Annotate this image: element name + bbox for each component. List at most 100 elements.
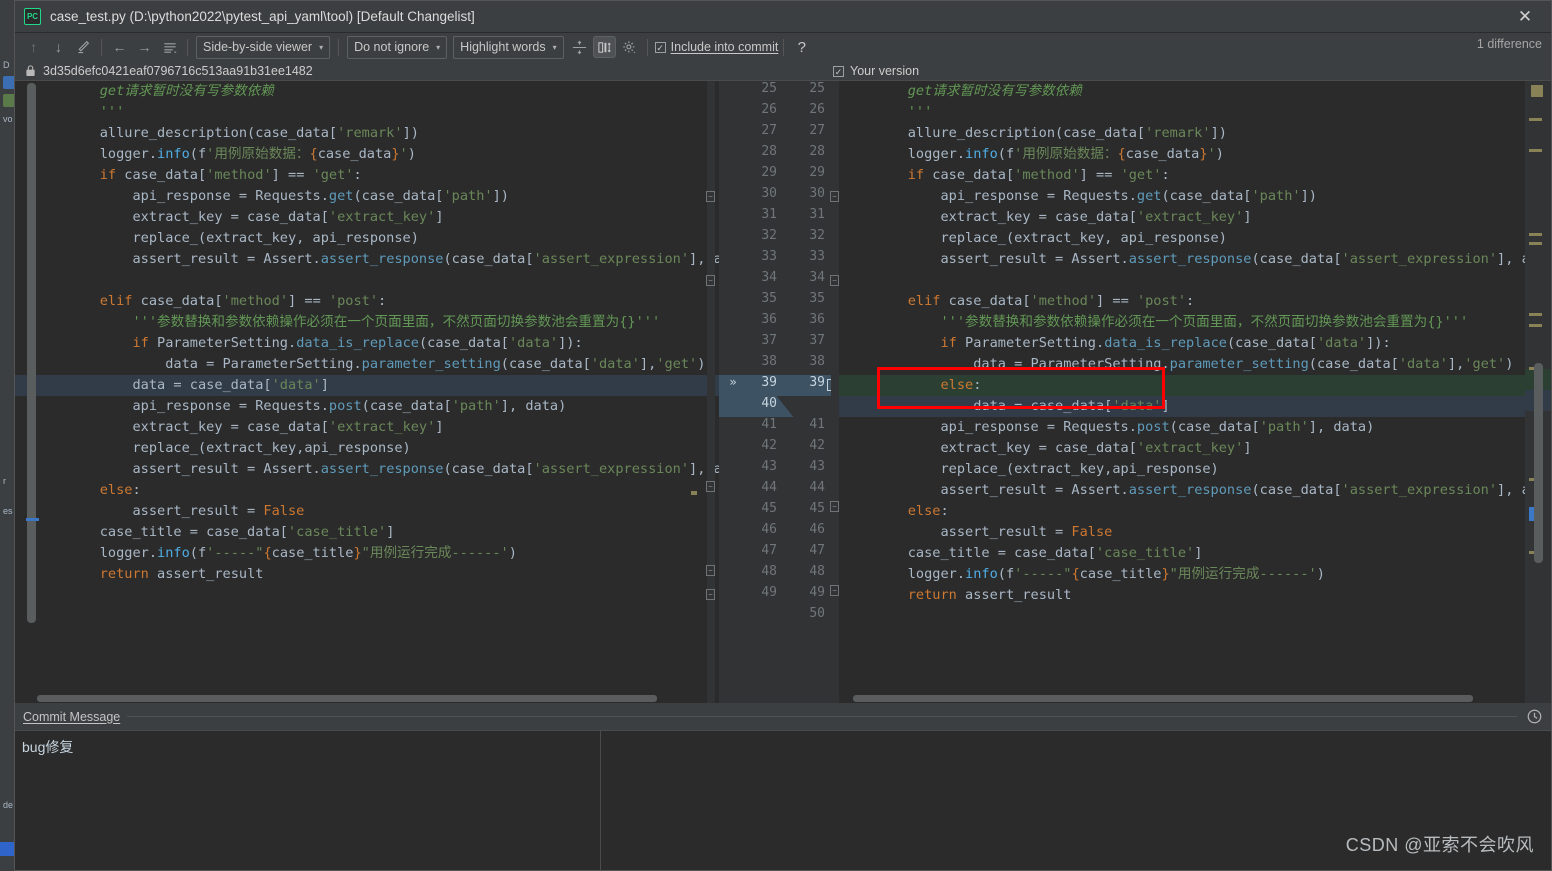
right-line-number: 29	[809, 165, 825, 180]
right-line-number: 45	[809, 501, 825, 516]
apply-change-icon[interactable]: »	[725, 375, 741, 389]
right-line-number: 46	[809, 522, 825, 537]
gutter-row[interactable]: 43 43	[719, 459, 839, 480]
left-line-number: 28	[761, 144, 777, 159]
diff-gutter[interactable]: 25 25 26 26 27 27 28 28 29 29 30 30 31 31 32 32 33 33 34 34…	[719, 81, 839, 704]
gutter-row[interactable]: 33 33	[719, 249, 839, 270]
left-caret-marker	[26, 518, 39, 521]
stripe-mark	[1529, 233, 1542, 236]
gutter-row[interactable]: »3939✓	[719, 375, 839, 396]
toolbar-separator-5	[783, 38, 785, 56]
right-line-number: 34	[809, 270, 825, 285]
stripe-scroll-thumb[interactable]	[1534, 363, 1543, 563]
ignore-mode-dropdown[interactable]: Do not ignore ▾	[347, 35, 448, 59]
gutter-row[interactable]: 47 47	[719, 543, 839, 564]
right-line-number: 49	[809, 585, 825, 600]
gutter-row[interactable]: 31 31	[719, 207, 839, 228]
gutter-row[interactable]: 29 29	[719, 165, 839, 186]
show-whitespace-icon[interactable]	[592, 36, 616, 58]
left-vscrollbar[interactable]	[27, 81, 36, 693]
fold-marker[interactable]: −	[706, 275, 715, 286]
left-line-number: 49	[761, 585, 777, 600]
right-hscroll-thumb[interactable]	[853, 695, 1473, 702]
gutter-row[interactable]: 45 45	[719, 501, 839, 522]
highlight-mode-label: Highlight words	[460, 40, 546, 54]
forward-icon[interactable]: →	[133, 36, 156, 58]
left-line-number: 44	[761, 480, 777, 495]
code-text: else:	[907, 503, 949, 519]
gutter-row[interactable]: 44 44	[719, 480, 839, 501]
fold-marker[interactable]: −	[706, 589, 715, 600]
gutter-row[interactable]: 49 49	[719, 585, 839, 606]
left-diff-pane[interactable]: get请求暂时没有写参数依赖 ''' allure_description(ca…	[15, 81, 719, 704]
fold-marker[interactable]: −	[706, 481, 715, 492]
code-text: '''参数替换和参数依赖操作必须在一个页面里面，不然页面切换参数池会重置为{}'…	[875, 314, 1469, 330]
your-version-checkbox[interactable]: ✓	[833, 65, 844, 77]
gutter-row[interactable]: 30 30	[719, 186, 839, 207]
gear-icon[interactable]	[618, 36, 641, 58]
highlight-mode-dropdown[interactable]: Highlight words ▾	[453, 35, 564, 59]
close-icon[interactable]: ✕	[1503, 1, 1547, 32]
collapse-unchanged-icon[interactable]	[568, 36, 591, 58]
gutter-row[interactable]: 32 32	[719, 228, 839, 249]
gutter-row[interactable]: 42 42	[719, 438, 839, 459]
left-hscroll-thumb[interactable]	[37, 695, 657, 702]
fold-marker[interactable]: −	[706, 565, 715, 576]
gutter-row[interactable]: 48 48	[719, 564, 839, 585]
previous-difference-icon[interactable]: ↑	[22, 36, 45, 58]
code-line: data = case_data['data']	[839, 396, 1525, 417]
code-text: '''参数替换和参数依赖操作必须在一个页面里面，不然页面切换参数池会重置为{}'…	[67, 314, 661, 330]
gutter-row[interactable]: 27 27	[719, 123, 839, 144]
back-icon[interactable]: ←	[108, 36, 131, 58]
right-line-number: 44	[809, 480, 825, 495]
left-line-number: 40	[761, 396, 777, 411]
help-icon[interactable]: ?	[790, 36, 813, 58]
right-line-number: 30	[809, 186, 825, 201]
gutter-row[interactable]: 46 46	[719, 522, 839, 543]
history-icon[interactable]	[1526, 708, 1543, 725]
gutter-row[interactable]: 35 35	[719, 291, 839, 312]
list-icon[interactable]	[158, 36, 181, 58]
fold-marker[interactable]: −	[830, 275, 839, 286]
right-code: get请求暂时没有写参数依赖 ''' allure_description(ca…	[839, 81, 1525, 627]
right-line-number: 31	[809, 207, 825, 222]
gutter-row[interactable]: 50	[719, 606, 839, 627]
gutter-row[interactable]: 28 28	[719, 144, 839, 165]
code-line: '''	[875, 102, 1525, 123]
commit-message-input[interactable]: bug修复	[15, 730, 1551, 870]
right-diff-pane[interactable]: get请求暂时没有写参数依赖 ''' allure_description(ca…	[839, 81, 1525, 704]
gutter-row[interactable]: 25 25	[719, 81, 839, 102]
right-line-number: 36	[809, 312, 825, 327]
code-text: else:	[99, 482, 141, 498]
code-line: assert_result = Assert.assert_response(c…	[67, 249, 719, 270]
include-into-commit-checkbox[interactable]: ✓ Include into commit	[654, 40, 778, 54]
chevron-down-icon: ▾	[552, 42, 557, 52]
gutter-row[interactable]: 34 34	[719, 270, 839, 291]
gutter-row[interactable]: 40 40	[719, 396, 839, 417]
next-difference-icon[interactable]: ↓	[47, 36, 70, 58]
stripe-mark	[1529, 242, 1542, 245]
ignore-mode-label: Do not ignore	[354, 40, 430, 54]
code-text: case_title = case_data['case_title']	[67, 524, 395, 540]
fold-marker[interactable]: −	[706, 191, 715, 202]
left-vscroll-thumb[interactable]	[27, 83, 36, 623]
gutter-row[interactable]: 41 41	[719, 417, 839, 438]
code-line: api_response = Requests.post(case_data['…	[875, 417, 1525, 438]
fold-marker[interactable]: −	[830, 585, 839, 596]
error-stripe[interactable]	[1525, 81, 1551, 704]
gutter-row[interactable]: 37 37	[719, 333, 839, 354]
fold-marker[interactable]: −	[830, 191, 839, 202]
code-line: data = case_data['data']	[15, 375, 719, 396]
gutter-row[interactable]: 26 26	[719, 102, 839, 123]
code-text: logger.info(f'用例原始数据：{case_data}')	[67, 146, 416, 162]
fold-marker[interactable]: −	[830, 501, 839, 512]
viewer-mode-dropdown[interactable]: Side-by-side viewer ▾	[196, 35, 331, 59]
diff-toolbar: ↑ ↓ ← → Side-by-side viewer ▾ Do not ign…	[15, 33, 1551, 61]
code-line: return assert_result	[875, 585, 1525, 606]
gutter-row[interactable]: 38 38	[719, 354, 839, 375]
gutter-row[interactable]: 36 36	[719, 312, 839, 333]
pencil-icon[interactable]	[72, 36, 95, 58]
left-line-number: 35	[761, 291, 777, 306]
